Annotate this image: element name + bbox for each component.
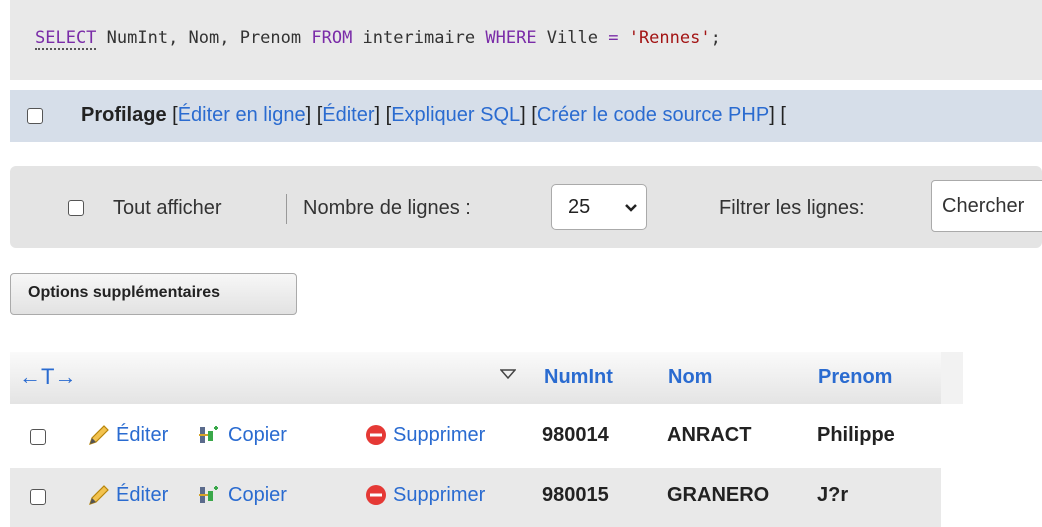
link-create-php[interactable]: Créer le code source PHP: [537, 104, 769, 126]
sql-query-box: SELECT NumInt, Nom, Prenom FROM interima…: [10, 0, 1042, 80]
rows-count-select[interactable]: 25: [551, 184, 647, 230]
edit-link[interactable]: Éditer: [116, 424, 168, 447]
show-all-label[interactable]: Tout afficher: [113, 197, 222, 220]
bracket: [: [780, 104, 786, 126]
delete-link[interactable]: Supprimer: [393, 424, 485, 447]
profiling-links: Profilage [Éditer en ligne] [Éditer] [Ex…: [81, 104, 786, 127]
cell-prenom: J?r: [817, 484, 849, 506]
column-header-prenom[interactable]: Prenom: [818, 366, 892, 389]
bracket: ]: [769, 104, 775, 126]
row-checkbox[interactable]: [30, 489, 46, 505]
column-header-numint[interactable]: NumInt: [544, 366, 613, 389]
table-row: Éditer Copier Supprimer 980015 GRANERO J…: [10, 468, 941, 527]
sql-columns: NumInt, Nom, Prenom: [96, 28, 312, 48]
profiling-label: Profilage: [81, 104, 167, 126]
link-edit-inline[interactable]: Éditer en ligne: [178, 104, 306, 126]
rows-count-value: 25: [568, 196, 591, 218]
column-resize-arrows[interactable]: ←T→: [19, 364, 76, 390]
cell-numint: 980015: [542, 484, 609, 506]
copy-icon[interactable]: [197, 482, 223, 508]
delete-icon[interactable]: [363, 482, 389, 508]
copy-link[interactable]: Copier: [228, 424, 287, 447]
bracket: ]: [520, 104, 526, 126]
filter-rows-input[interactable]: Chercher: [931, 180, 1042, 232]
sql-where-keyword: WHERE: [485, 28, 537, 48]
sql-from-keyword: FROM: [311, 28, 353, 48]
edit-link[interactable]: Éditer: [116, 484, 168, 507]
cell-nom: ANRACT: [667, 424, 752, 446]
cell-numint: 980014: [542, 424, 609, 446]
sql-table: interimaire: [352, 28, 486, 48]
chevron-down-icon: [624, 194, 638, 227]
search-placeholder: Chercher: [942, 195, 1025, 217]
delete-icon[interactable]: [363, 422, 389, 448]
bracket: ]: [374, 104, 381, 126]
rows-count-label: Nombre de lignes :: [303, 197, 471, 219]
sql-value: 'Rennes': [618, 28, 711, 48]
bracket: ]: [305, 104, 312, 126]
copy-icon[interactable]: [197, 422, 223, 448]
sql-field: Ville: [536, 28, 609, 48]
sql-operator: =: [608, 28, 619, 48]
results-table-header: ←T→ NumInt Nom Prenom: [10, 352, 941, 404]
sql-terminator: ;: [710, 28, 721, 48]
link-edit[interactable]: Éditer: [322, 104, 374, 126]
header-spacer: [941, 352, 963, 404]
pencil-icon[interactable]: [86, 482, 112, 508]
navigation-bar: Tout afficher Nombre de lignes : 25 Filt…: [10, 166, 1042, 248]
sql-query: SELECT NumInt, Nom, Prenom FROM interima…: [35, 28, 721, 50]
link-explain-sql[interactable]: Expliquer SQL: [391, 104, 520, 126]
profiling-checkbox[interactable]: [27, 108, 43, 124]
show-all-checkbox[interactable]: [68, 200, 84, 216]
row-checkbox[interactable]: [30, 429, 46, 445]
cell-nom: GRANERO: [667, 484, 770, 506]
extra-options-button[interactable]: Options supplémentaires: [10, 273, 297, 315]
filter-rows-label: Filtrer les lignes:: [719, 197, 865, 219]
sql-select-keyword[interactable]: SELECT: [35, 28, 97, 50]
divider: [286, 194, 287, 224]
delete-link[interactable]: Supprimer: [393, 484, 485, 507]
column-header-nom[interactable]: Nom: [668, 366, 712, 389]
profiling-bar: Profilage [Éditer en ligne] [Éditer] [Ex…: [10, 90, 1042, 142]
cell-prenom: Philippe: [817, 424, 895, 446]
pencil-icon[interactable]: [86, 422, 112, 448]
copy-link[interactable]: Copier: [228, 484, 287, 507]
sort-down-icon[interactable]: [499, 368, 517, 387]
table-row: Éditer Copier Supprimer 980014 ANRACT Ph…: [10, 408, 941, 467]
